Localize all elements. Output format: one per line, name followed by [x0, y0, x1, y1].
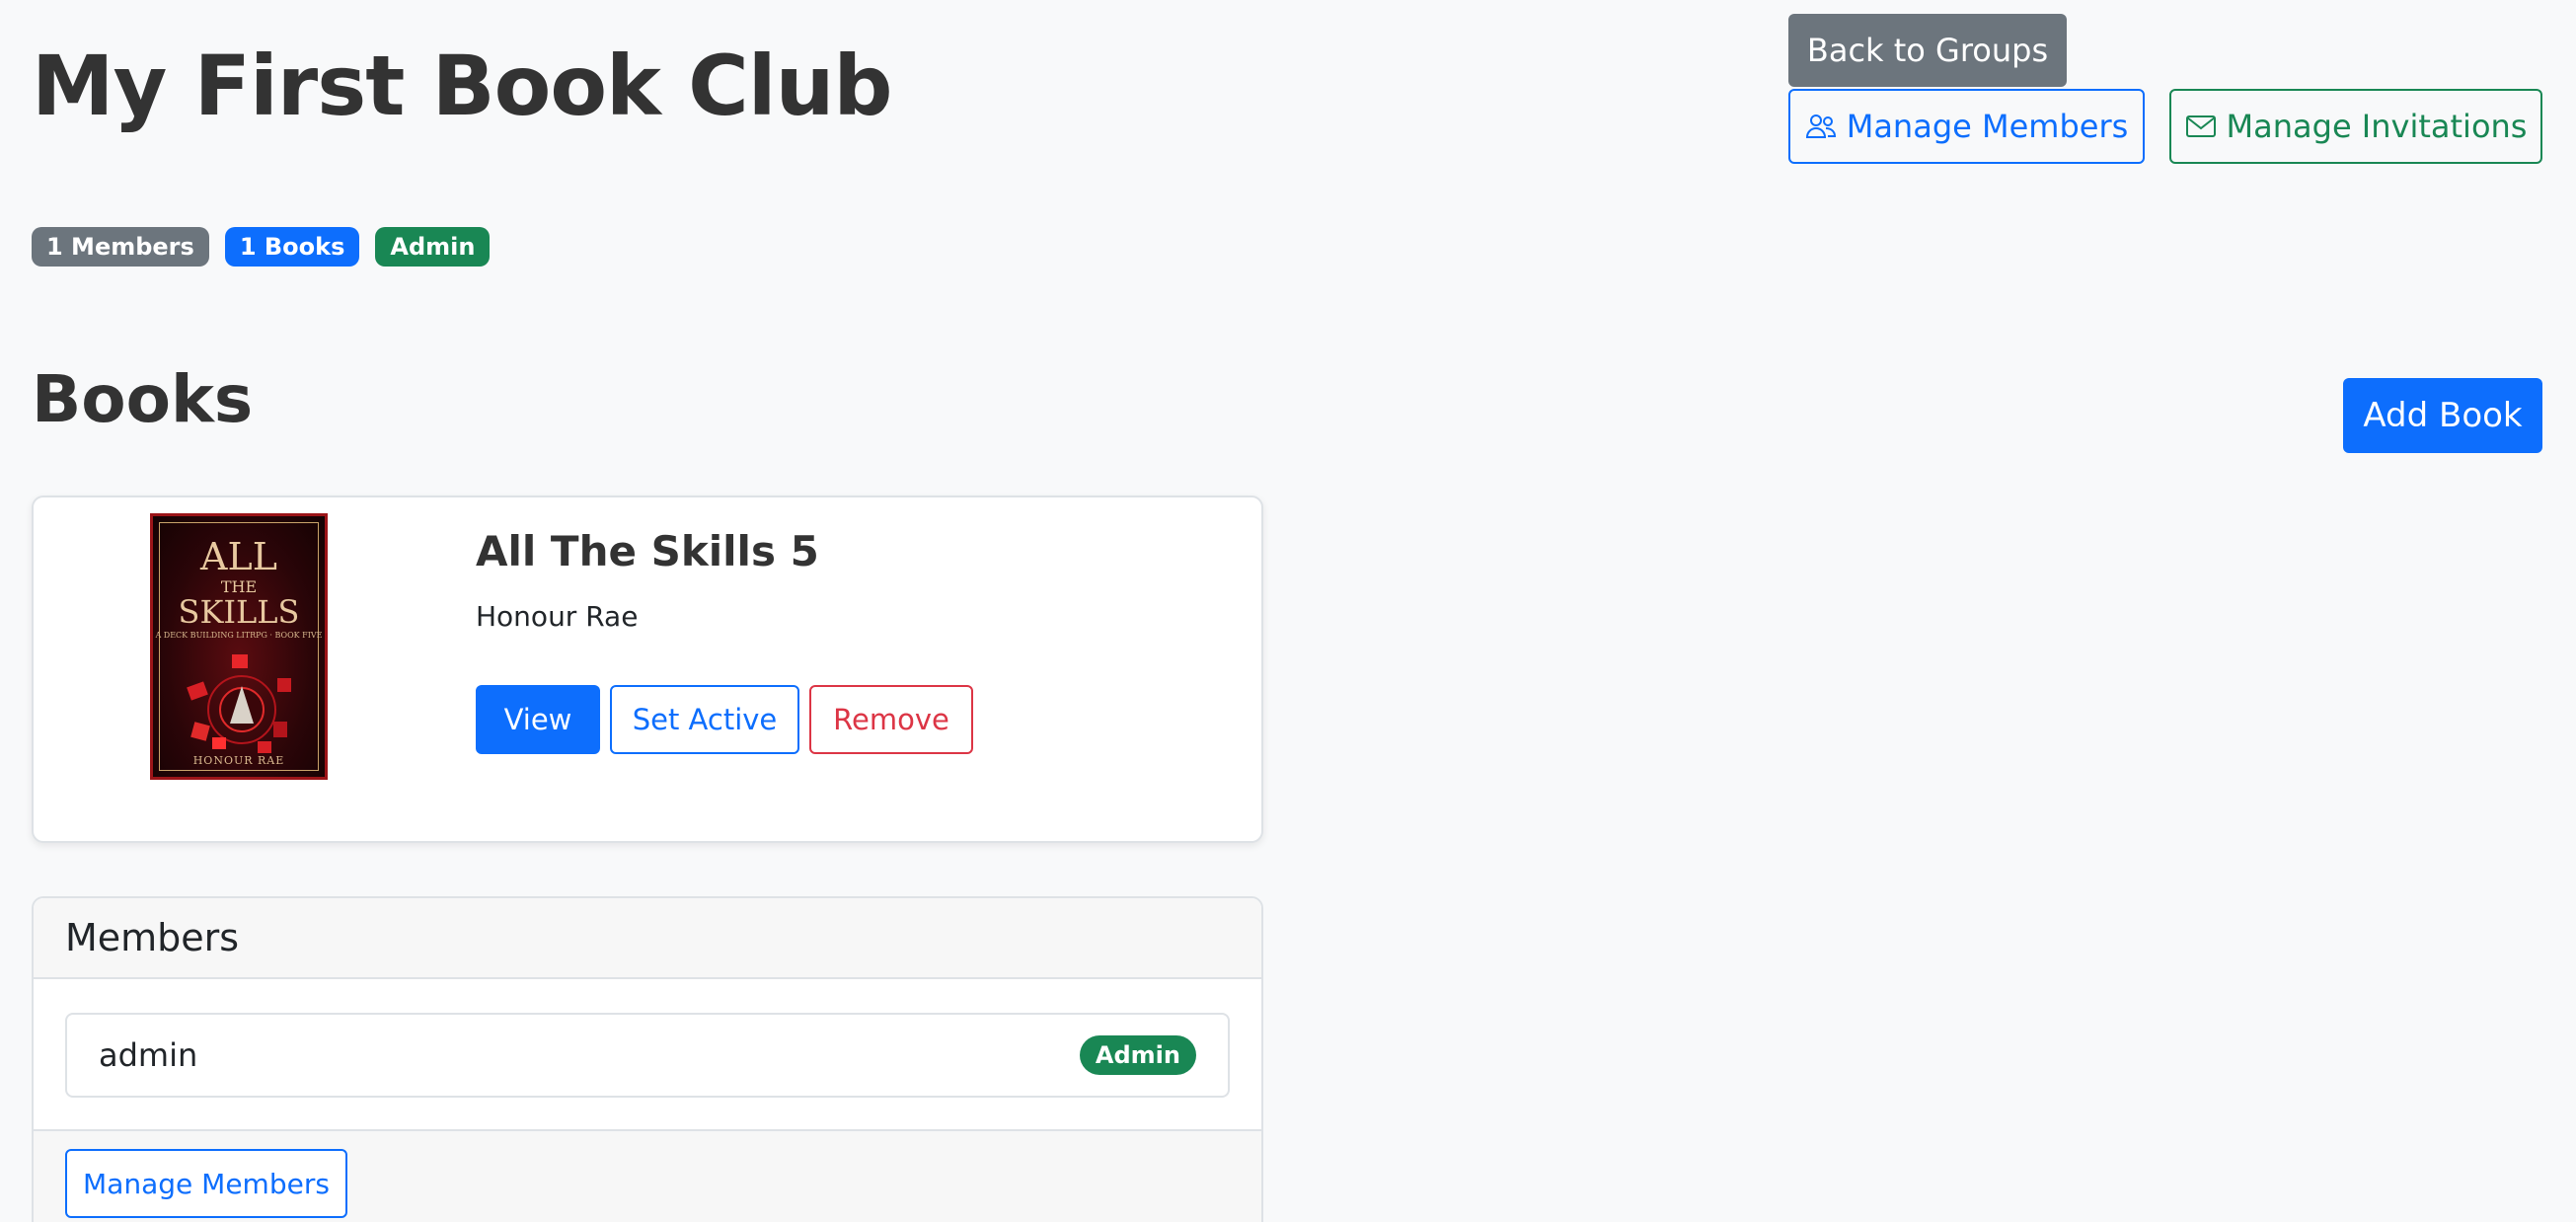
- view-book-button[interactable]: View: [476, 685, 600, 754]
- member-role-badge: Admin: [1079, 1035, 1196, 1075]
- cover-title-line1: ALL: [200, 535, 277, 578]
- envelope-icon: [2185, 115, 2217, 138]
- remove-book-button[interactable]: Remove: [809, 685, 973, 754]
- back-to-groups-button[interactable]: Back to Groups: [1788, 14, 2067, 87]
- books-section-title: Books: [32, 361, 254, 437]
- add-book-button[interactable]: Add Book: [2343, 378, 2542, 453]
- book-title: All The Skills 5: [476, 527, 819, 575]
- book-author: Honour Rae: [476, 600, 639, 633]
- book-card: ALL THE SKILLS A DECK BUILDING LITRPG · …: [32, 496, 1263, 843]
- manage-members-label: Manage Members: [1846, 108, 2129, 145]
- book-cover-image: ALL THE SKILLS A DECK BUILDING LITRPG · …: [150, 513, 328, 780]
- set-active-button[interactable]: Set Active: [610, 685, 799, 754]
- cover-subtitle: A DECK BUILDING LITRPG · BOOK FIVE: [155, 631, 323, 640]
- role-badge: Admin: [375, 227, 491, 267]
- group-badges: 1 Members 1 Books Admin: [32, 227, 491, 267]
- members-card: Members admin Admin Manage Members: [32, 896, 1263, 1222]
- cover-art: [187, 654, 291, 753]
- books-count-badge: 1 Books: [224, 227, 360, 267]
- manage-members-button[interactable]: Manage Members: [1788, 89, 2145, 164]
- member-name: admin: [99, 1036, 198, 1074]
- members-count-badge: 1 Members: [32, 227, 209, 267]
- members-card-header: Members: [34, 898, 1261, 979]
- people-icon: [1805, 113, 1837, 140]
- members-card-footer: Manage Members: [34, 1129, 1261, 1222]
- manage-invitations-button[interactable]: Manage Invitations: [2169, 89, 2542, 164]
- cover-author: HONOUR RAE: [192, 754, 285, 767]
- page: My First Book Club Back to Groups Manage…: [0, 0, 2576, 1222]
- manage-members-footer-button[interactable]: Manage Members: [65, 1149, 347, 1218]
- cover-title-line3: SKILLS: [178, 593, 300, 631]
- member-list-item: admin Admin: [65, 1013, 1230, 1098]
- manage-invitations-label: Manage Invitations: [2226, 108, 2528, 145]
- page-title: My First Book Club: [32, 38, 893, 134]
